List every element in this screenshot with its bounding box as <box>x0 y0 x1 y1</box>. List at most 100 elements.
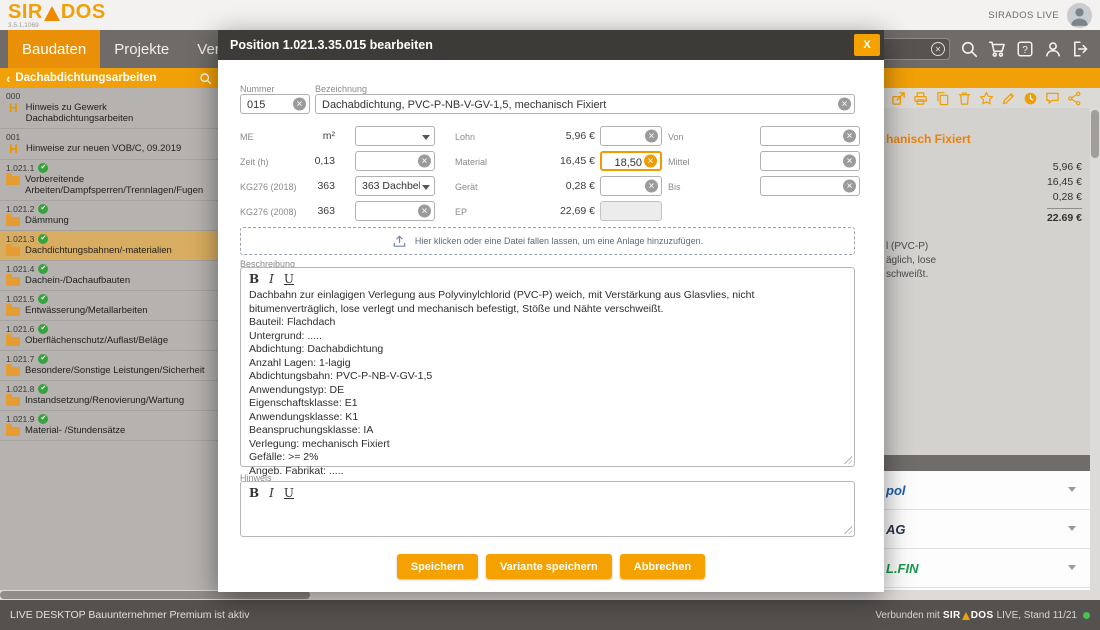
field-label-von: Von <box>668 132 684 142</box>
list-item[interactable]: 1.021.8 ✔ H Instandsetzung/Renovierung/W… <box>0 381 218 411</box>
close-button[interactable]: X <box>854 34 880 56</box>
nummer-field[interactable] <box>240 94 310 114</box>
check-icon: ✔ <box>38 324 48 334</box>
clear-icon[interactable] <box>293 98 306 111</box>
bold-button[interactable]: B <box>249 486 259 500</box>
dialog-button[interactable]: Speichern <box>397 554 478 579</box>
list-item[interactable]: 1.021.5 ✔ H Entwässerung/Metallarbeiten <box>0 291 218 321</box>
attachment-dropzone[interactable]: Hier klicken oder eine Datei fallen lass… <box>240 227 855 255</box>
clear-icon[interactable] <box>645 130 658 143</box>
list-item[interactable]: 001 ✔ H Hinweise zur neuen VOB/C, 09.201… <box>0 129 218 160</box>
clear-icon[interactable] <box>644 155 657 168</box>
dialog-button[interactable]: Variante speichern <box>486 554 612 579</box>
logout-icon[interactable] <box>1072 40 1090 58</box>
user-icon[interactable] <box>1044 40 1062 58</box>
license-status: LIVE DESKTOP Bauunternehmer Premium ist … <box>10 609 249 621</box>
bis-field[interactable] <box>760 176 860 196</box>
richtext-toolbar: B I U <box>241 268 854 286</box>
me-select[interactable] <box>355 126 435 146</box>
ep-current-value: 22,69 € <box>518 201 595 221</box>
list-item[interactable]: 1.021.1 ✔ H Vorbereitende Arbeiten/Dampf… <box>0 160 218 201</box>
bold-button[interactable]: B <box>249 272 259 286</box>
zeit-field[interactable] <box>355 151 435 171</box>
favorite-icon[interactable] <box>979 91 994 106</box>
clear-icon[interactable] <box>838 98 851 111</box>
von-field[interactable] <box>760 126 860 146</box>
clear-icon[interactable] <box>843 155 856 168</box>
underline-button[interactable]: U <box>284 272 294 286</box>
sirados-mini-logo: SIRDOS <box>943 610 994 621</box>
vertical-scrollbar[interactable] <box>1090 108 1100 590</box>
clear-icon[interactable] <box>843 180 856 193</box>
item-label: Oberflächenschutz/Auflast/Beläge <box>25 335 168 346</box>
hinweis-text[interactable] <box>241 500 854 507</box>
beschreibung-text[interactable]: Dachbahn zur einlagigen Verlegung aus Po… <box>241 286 854 482</box>
logo-triangle-icon <box>44 6 60 21</box>
bezeichnung-field[interactable] <box>315 94 855 114</box>
sidebar-title: Dachabdichtungsarbeiten <box>15 72 194 84</box>
help-icon[interactable]: ? <box>1016 40 1034 58</box>
hinweis-editor: B I U <box>240 481 855 537</box>
underline-button[interactable]: U <box>284 486 294 500</box>
list-item[interactable]: 1.021.4 ✔ H Dachein-/Dachaufbauten <box>0 261 218 291</box>
scrollbar-thumb[interactable] <box>1091 110 1099 158</box>
list-item[interactable]: 1.021.9 ✔ H Material- /Stundensätze <box>0 411 218 441</box>
italic-button[interactable]: I <box>269 272 274 286</box>
share-icon[interactable] <box>1067 91 1082 106</box>
price-value: 0,28 € <box>1047 190 1082 205</box>
chevron-down-icon[interactable] <box>1068 565 1076 570</box>
item-number-row: 1.021.2 ✔ <box>6 204 212 214</box>
export-icon[interactable] <box>891 91 906 106</box>
avatar[interactable] <box>1067 3 1092 28</box>
field-label-ep: EP <box>455 207 467 217</box>
item-label: Dämmung <box>25 215 69 226</box>
list-item[interactable]: 000 ✔ H Hinweis zu Gewerk Dachabdichtung… <box>0 88 218 129</box>
kg2018-select[interactable]: 363 Dachbeläge <box>355 176 435 196</box>
search-icon[interactable] <box>960 40 978 58</box>
geraet-field[interactable] <box>600 176 662 196</box>
connection-suffix: LIVE, Stand 11/21 <box>997 610 1077 621</box>
scrollbar-thumb[interactable] <box>0 591 310 599</box>
delete-icon[interactable] <box>957 91 972 106</box>
chevron-down-icon[interactable] <box>1068 487 1076 492</box>
upload-hint: Hier klicken oder eine Datei fallen lass… <box>415 236 703 246</box>
edit-icon[interactable] <box>1001 91 1016 106</box>
back-chevron-icon[interactable]: ‹ <box>6 72 10 85</box>
online-status-icon <box>1083 612 1090 619</box>
chevron-down-icon[interactable] <box>1068 526 1076 531</box>
material-current-value: 16,45 € <box>518 151 595 171</box>
history-icon[interactable] <box>1023 91 1038 106</box>
item-number: 1.021.4 <box>6 264 34 274</box>
copy-icon[interactable] <box>935 91 950 106</box>
list-item[interactable]: 1.021.2 ✔ H Dämmung <box>0 201 218 231</box>
bezeichnung-input[interactable] <box>316 96 854 114</box>
material-field[interactable] <box>600 151 662 171</box>
nav-tab[interactable]: Projekte <box>100 30 183 68</box>
item-label: Hinweise zur neuen VOB/C, 09.2019 <box>26 143 181 155</box>
cart-icon[interactable] <box>988 40 1006 58</box>
sidebar-search-icon[interactable] <box>199 72 212 85</box>
item-number-row: 1.021.3 ✔ <box>6 234 212 244</box>
list-item[interactable]: 1.021.3 ✔ H Dachdichtungsbahnen/-materia… <box>0 231 218 261</box>
kg2008-field[interactable] <box>355 201 435 221</box>
check-icon: ✔ <box>38 354 48 364</box>
item-label: Instandsetzung/Renovierung/Wartung <box>25 395 184 406</box>
check-icon: ✔ <box>38 204 48 214</box>
comment-icon[interactable] <box>1045 91 1060 106</box>
list-item[interactable]: 1.021.6 ✔ H Oberflächenschutz/Auflast/Be… <box>0 321 218 351</box>
clear-icon[interactable] <box>418 155 431 168</box>
item-number-row: 1.021.5 ✔ <box>6 294 212 304</box>
clear-icon[interactable] <box>645 180 658 193</box>
dialog-button[interactable]: Abbrechen <box>620 554 705 579</box>
nav-tab-label: Baudaten <box>22 41 86 58</box>
lohn-field[interactable] <box>600 126 662 146</box>
clear-icon[interactable] <box>843 130 856 143</box>
list-item[interactable]: 1.021.7 ✔ H Besondere/Sonstige Leistunge… <box>0 351 218 381</box>
nav-tab[interactable]: Baudaten <box>8 30 100 68</box>
clear-icon[interactable] <box>418 205 431 218</box>
print-icon[interactable] <box>913 91 928 106</box>
clear-search-icon[interactable] <box>931 42 945 56</box>
italic-button[interactable]: I <box>269 486 274 500</box>
folder-icon <box>6 367 20 376</box>
mittel-field[interactable] <box>760 151 860 171</box>
